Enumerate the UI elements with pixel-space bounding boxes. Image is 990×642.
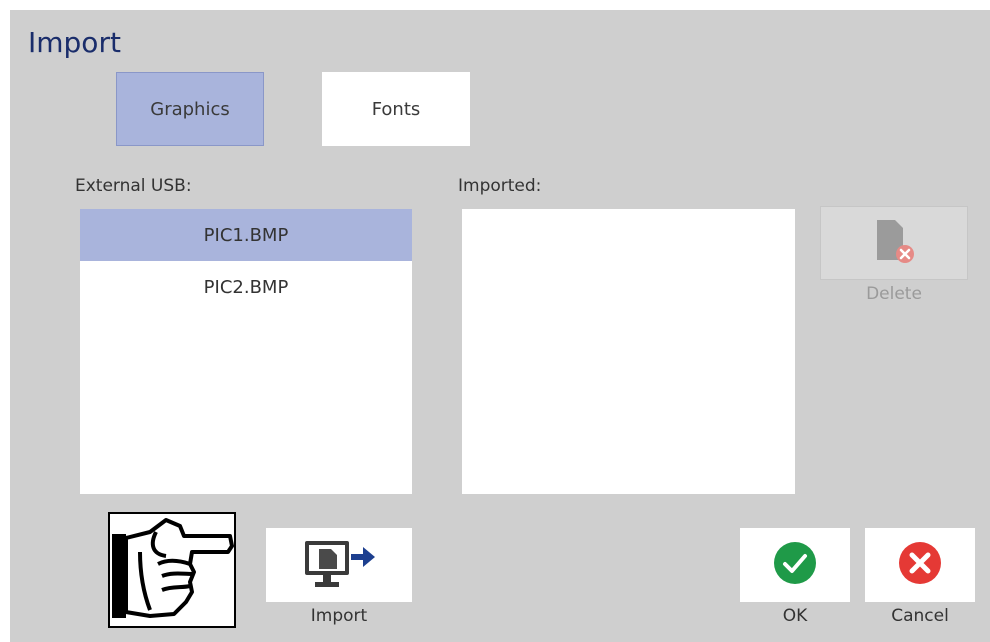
external-usb-list[interactable]: PIC1.BMP PIC2.BMP bbox=[80, 209, 412, 494]
tab-fonts[interactable]: Fonts bbox=[322, 72, 470, 146]
tab-graphics[interactable]: Graphics bbox=[116, 72, 264, 146]
delete-label: Delete bbox=[866, 284, 922, 304]
ok-button[interactable] bbox=[740, 528, 850, 602]
pointing-hand-icon bbox=[108, 512, 236, 628]
cancel-button[interactable] bbox=[865, 528, 975, 602]
delete-button[interactable] bbox=[820, 206, 968, 280]
list-item[interactable]: PIC2.BMP bbox=[80, 261, 412, 313]
imported-label: Imported: bbox=[458, 176, 542, 196]
list-item[interactable]: PIC1.BMP bbox=[80, 209, 412, 261]
delete-file-icon bbox=[869, 216, 919, 270]
external-usb-label: External USB: bbox=[75, 176, 192, 196]
import-label: Import bbox=[310, 606, 368, 626]
cancel-x-icon bbox=[897, 540, 943, 590]
dialog-title: Import bbox=[28, 26, 121, 59]
ok-check-icon bbox=[772, 540, 818, 590]
ok-label: OK bbox=[782, 606, 808, 626]
import-button[interactable] bbox=[266, 528, 412, 602]
imported-list[interactable] bbox=[462, 209, 795, 494]
cancel-label: Cancel bbox=[891, 606, 949, 626]
import-dialog: Import Graphics Fonts External USB: PIC1… bbox=[10, 10, 990, 642]
import-icon bbox=[297, 535, 381, 595]
